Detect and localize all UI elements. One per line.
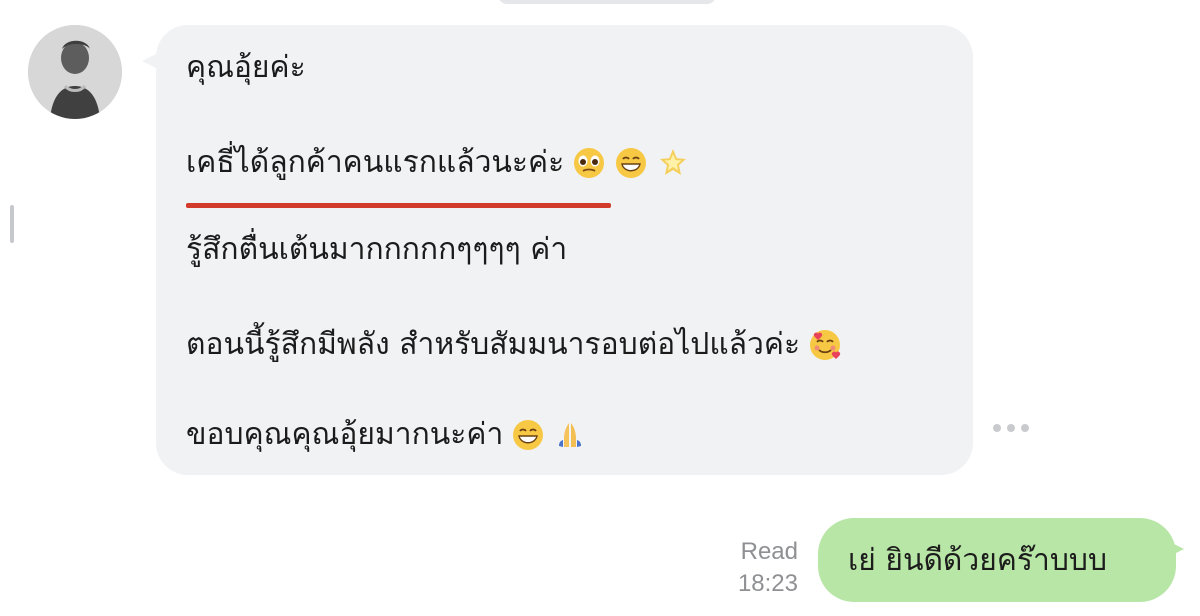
outgoing-message-bubble[interactable]: เย่ ยินดีด้วยคร๊าบบบ: [818, 518, 1176, 602]
outgoing-bubble-tail: [1166, 540, 1184, 558]
incoming-line-1-text: คุณอุ้ยค่ะ: [186, 50, 306, 85]
incoming-line-4-text: ตอนนี้รู้สึกมีพลัง สำหรับสัมมนารอบต่อไปแ…: [186, 327, 801, 362]
folded-hands-icon: [553, 418, 587, 452]
more-options-button[interactable]: [993, 424, 1029, 432]
incoming-message-bubble[interactable]: คุณอุ้ยค่ะ เคธี่ได้ลูกค้าคนแรกแล้วนะค่ะ: [156, 25, 973, 475]
highlight-underline: [186, 203, 611, 208]
incoming-line-2-text: เคธี่ได้ลูกค้าคนแรกแล้วนะค่ะ: [186, 145, 565, 180]
top-divider-pill: [498, 0, 716, 4]
incoming-line-3: รู้สึกตื่นเต้นมากกกกกๆๆๆๆ ค่า: [186, 230, 567, 270]
more-horizontal-icon: [1007, 424, 1015, 432]
smiling-face-with-hearts-icon: [808, 328, 842, 362]
grinning-face-icon: [511, 418, 545, 452]
more-horizontal-icon: [1021, 424, 1029, 432]
incoming-line-3-text: รู้สึกตื่นเต้นมากกกกกๆๆๆๆ ค่า: [186, 232, 568, 267]
outgoing-message-text: เย่ ยินดีด้วยคร๊าบบบ: [848, 542, 1107, 578]
incoming-line-4: ตอนนี้รู้สึกมีพลัง สำหรับสัมมนารอบต่อไปแ…: [186, 325, 842, 365]
incoming-line-5-text: ขอบคุณคุณอุ้ยมากนะค่า: [186, 417, 504, 452]
scroll-indicator[interactable]: [10, 205, 14, 243]
contact-avatar[interactable]: [28, 25, 122, 119]
grinning-face-icon: [614, 146, 648, 180]
message-time: 18:23: [737, 570, 798, 597]
incoming-line-1: คุณอุ้ยค่ะ: [186, 48, 306, 88]
more-horizontal-icon: [993, 424, 1001, 432]
incoming-line-5: ขอบคุณคุณอุ้ยมากนะค่า: [186, 415, 587, 455]
read-status: Read: [740, 538, 798, 565]
sparkle-star-icon: [656, 146, 690, 180]
incoming-line-2: เคธี่ได้ลูกค้าคนแรกแล้วนะค่ะ: [186, 143, 690, 183]
pleading-face-icon: [572, 146, 606, 180]
